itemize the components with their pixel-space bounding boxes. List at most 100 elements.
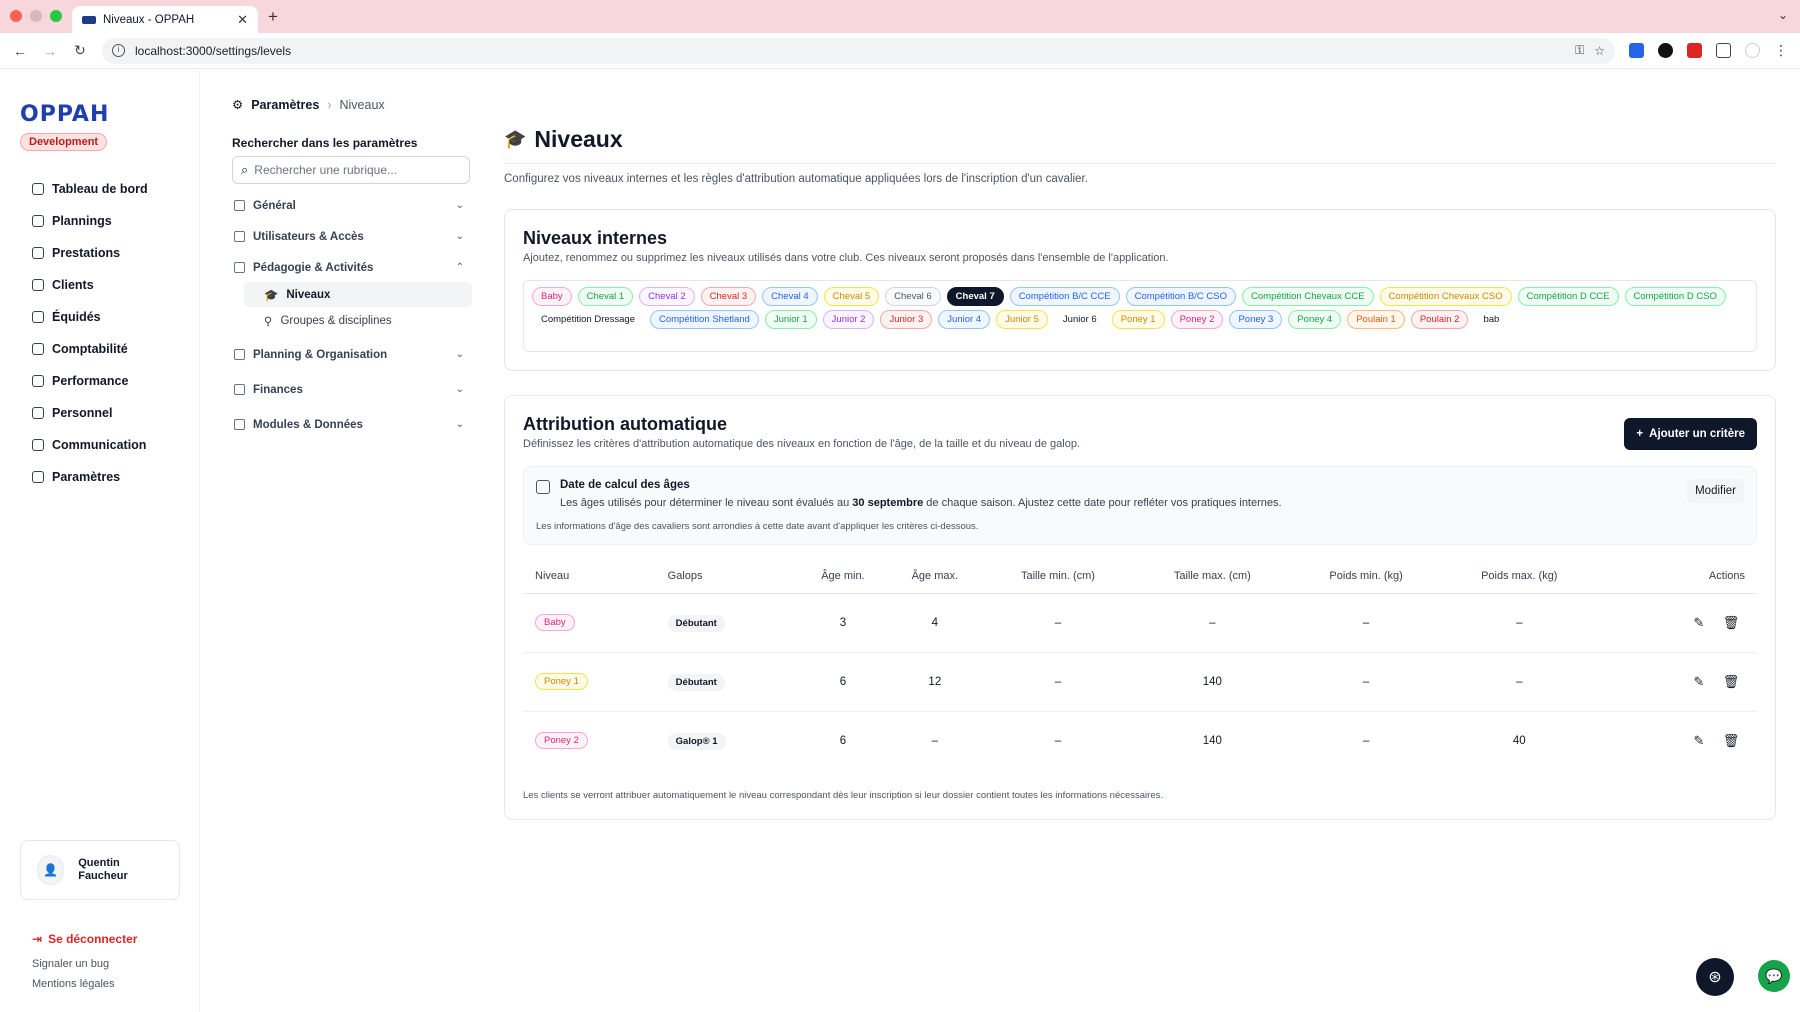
level-chip[interactable]: Poulain 2 (1410, 310, 1469, 329)
level-chip[interactable]: Baby (532, 287, 572, 306)
reload-button[interactable]: ↻ (72, 42, 88, 59)
nav-item-plannings[interactable]: Plannings (20, 205, 179, 237)
level-chip[interactable]: Compétition Dressage (532, 310, 644, 329)
maximize-window-button[interactable] (50, 10, 62, 22)
extension-dark-icon[interactable] (1658, 43, 1673, 58)
nav-item-equides[interactable]: Équidés (20, 301, 179, 333)
group-label: Finances (253, 383, 303, 396)
browser-tab[interactable]: Niveaux - OPPAH ✕ (72, 6, 258, 33)
nav-item-clients[interactable]: Clients (20, 269, 179, 301)
extension-blue-icon[interactable] (1629, 43, 1644, 58)
table-cell: – (982, 593, 1134, 653)
level-chip[interactable]: Junior 5 (996, 310, 1048, 329)
level-chip[interactable]: Cheval 7 (946, 287, 1004, 306)
edit-pencil-icon[interactable]: ✎ (1687, 674, 1711, 690)
age-date-info-box: Date de calcul des âges Les âges utilisé… (523, 466, 1757, 545)
url-text[interactable]: localhost:3000/settings/levels (135, 44, 1565, 58)
sub-item-label: Niveaux (286, 288, 331, 301)
level-chip[interactable]: Cheval 5 (823, 287, 880, 306)
group-general[interactable]: Général ⌄ (232, 192, 472, 219)
group-modules[interactable]: Modules & Données ⌄ (232, 411, 472, 438)
level-chip[interactable]: Junior 6 (1054, 310, 1106, 329)
level-chip[interactable]: Compétition B/C CSO (1125, 287, 1237, 306)
app-root: OPPAH Development Tableau de bord Planni… (0, 70, 1800, 1012)
address-bar[interactable]: i localhost:3000/settings/levels ⚿ ☆ (102, 37, 1615, 64)
add-criterion-label: Ajouter un critère (1649, 428, 1745, 440)
table-cell: 12 (887, 652, 983, 712)
level-chip[interactable]: Poulain 1 (1347, 310, 1405, 329)
plus-icon: + (1636, 428, 1644, 440)
level-chip[interactable]: Poney 3 (1229, 310, 1283, 329)
level-chip[interactable]: Junior 2 (822, 310, 875, 329)
report-bug-link[interactable]: Signaler un bug (32, 958, 109, 970)
level-chip[interactable]: bab (1474, 310, 1508, 329)
profile-sync-icon[interactable] (1745, 43, 1760, 58)
extension-red-icon[interactable] (1687, 43, 1702, 58)
minimize-window-button[interactable] (30, 10, 42, 22)
tab-close-icon[interactable]: ✕ (237, 12, 248, 28)
level-chip[interactable]: Compétition Shetland (650, 310, 759, 329)
app-logo[interactable]: OPPAH (20, 102, 179, 127)
sub-item-groups[interactable]: ⚲ Groupes & disciplines (244, 308, 472, 333)
delete-trash-icon[interactable]: 🗑 (1719, 674, 1743, 690)
level-chip[interactable]: Cheval 2 (639, 287, 695, 306)
chevron-down-icon: ⌄ (455, 349, 464, 360)
password-key-icon[interactable]: ⚿ (1575, 43, 1584, 58)
extensions-puzzle-icon[interactable] (1716, 43, 1731, 58)
nav-item-communication[interactable]: Communication (20, 429, 179, 461)
user-card[interactable]: 👤 Quentin Faucheur (20, 840, 180, 900)
nav-item-dashboard[interactable]: Tableau de bord (20, 173, 179, 205)
help-lifebuoy-button[interactable]: ⊛ (1696, 958, 1734, 996)
group-finances[interactable]: Finances ⌄ (232, 376, 472, 403)
group-pedagogy[interactable]: Pédagogie & Activités ⌃ (232, 254, 472, 281)
level-chip[interactable]: Junior 4 (938, 310, 991, 329)
close-window-button[interactable] (10, 10, 22, 22)
back-button[interactable]: ← (12, 43, 28, 59)
logout-button[interactable]: ⇥ Se déconnecter (32, 932, 137, 946)
nav-item-parametres[interactable]: Paramètres (20, 461, 179, 493)
level-chip[interactable]: Cheval 1 (577, 287, 634, 306)
delete-trash-icon[interactable]: 🗑 (1719, 615, 1743, 631)
chevron-down-icon: ⌄ (455, 231, 464, 242)
legal-link[interactable]: Mentions légales (32, 978, 115, 990)
column-header: Taille min. (cm) (982, 559, 1134, 594)
nav-item-performance[interactable]: Performance (20, 365, 179, 397)
delete-trash-icon[interactable]: 🗑 (1719, 733, 1743, 749)
bookmark-star-icon[interactable]: ☆ (1594, 44, 1605, 58)
edit-pencil-icon[interactable]: ✎ (1687, 615, 1711, 631)
nav-item-prestations[interactable]: Prestations (20, 237, 179, 269)
level-cell: Poney 2 (523, 711, 656, 770)
level-chip[interactable]: Compétition B/C CCE (1009, 287, 1120, 306)
sub-item-levels[interactable]: 🎓 Niveaux (244, 282, 472, 307)
level-chip[interactable]: Poney 2 (1170, 310, 1224, 329)
browser-menu-icon[interactable]: ⋮ (1774, 42, 1788, 59)
group-users[interactable]: Utilisateurs & Accès ⌄ (232, 223, 472, 250)
group-planning[interactable]: Planning & Organisation ⌄ (232, 341, 472, 368)
level-chip[interactable]: Junior 3 (880, 310, 933, 329)
level-chip[interactable]: Compétition D CCE (1517, 287, 1619, 306)
edit-pencil-icon[interactable]: ✎ (1687, 733, 1711, 749)
level-chip[interactable]: Cheval 6 (885, 287, 941, 306)
galop-cell: Galop® 1 (656, 711, 799, 770)
level-chip[interactable]: Cheval 4 (762, 287, 818, 306)
nav-item-comptabilite[interactable]: Comptabilité (20, 333, 179, 365)
level-chip[interactable]: Poney 4 (1288, 310, 1342, 329)
chat-button[interactable]: 💬 (1758, 960, 1790, 992)
forward-button[interactable]: → (42, 43, 58, 59)
group-label: Utilisateurs & Accès (253, 230, 364, 243)
tab-search-chevron-icon[interactable]: ⌄ (1778, 8, 1788, 22)
level-chip[interactable]: Cheval 3 (700, 287, 757, 306)
level-chip[interactable]: Compétition Chevaux CCE (1242, 287, 1374, 306)
level-chip[interactable]: Compétition D CSO (1624, 287, 1726, 306)
level-chip[interactable]: Compétition Chevaux CSO (1379, 287, 1512, 306)
add-criterion-button[interactable]: + Ajouter un critère (1624, 418, 1757, 450)
group-label: Pédagogie & Activités (253, 261, 374, 274)
new-tab-button[interactable]: + (268, 7, 278, 27)
site-info-icon[interactable]: i (112, 44, 125, 57)
level-chip[interactable]: Poney 1 (1111, 310, 1165, 329)
settings-search-input[interactable] (254, 163, 461, 177)
modify-date-button[interactable]: Modifier (1687, 479, 1744, 503)
level-chip[interactable]: Junior 1 (764, 310, 817, 329)
breadcrumb-root[interactable]: Paramètres (251, 98, 319, 112)
nav-item-personnel[interactable]: Personnel (20, 397, 179, 429)
